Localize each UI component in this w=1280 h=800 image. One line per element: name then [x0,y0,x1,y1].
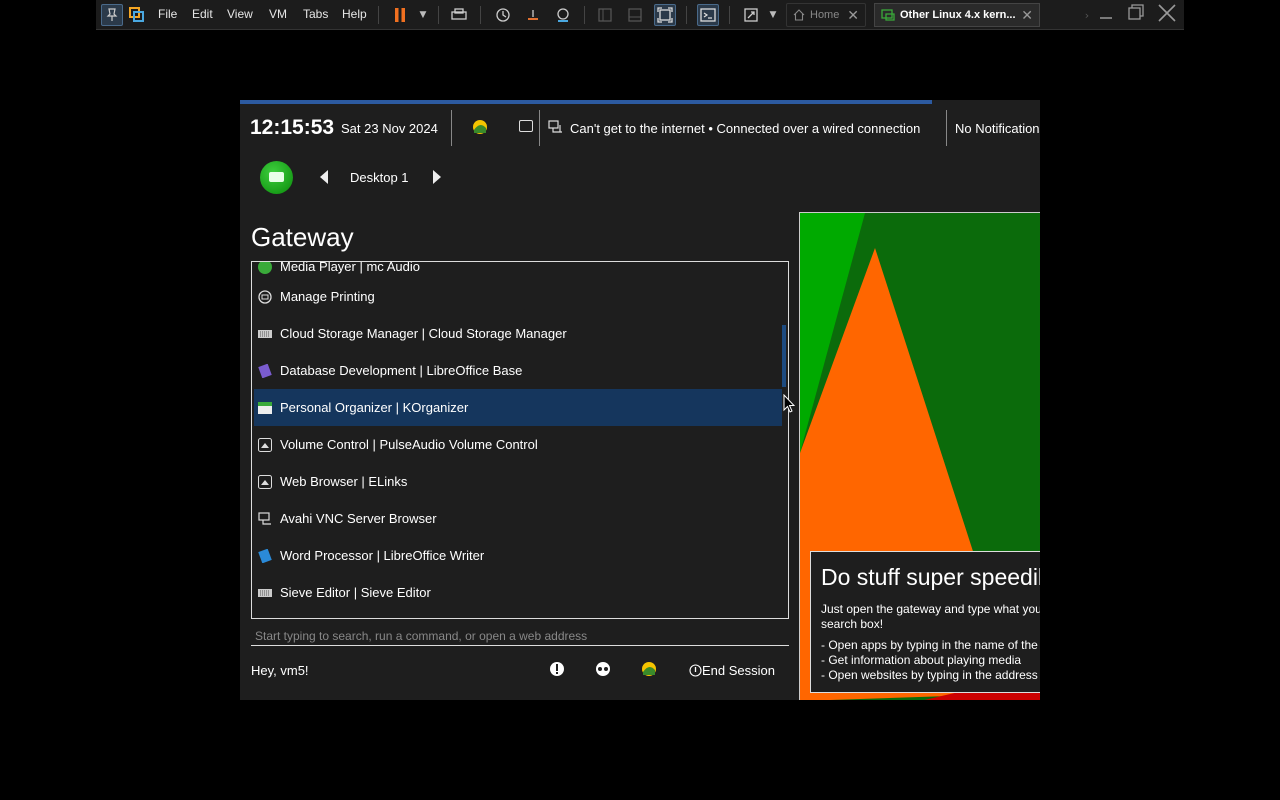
tab-vm[interactable]: Other Linux 4.x kern... ✕ [874,3,1040,27]
menu-view[interactable]: View [227,7,253,21]
next-desktop-icon[interactable] [433,170,441,184]
tab-home[interactable]: Home ✕ [786,3,866,27]
previous-desktop-icon[interactable] [320,170,328,184]
browser-icon [258,474,272,489]
media-player-icon [258,262,272,274]
date[interactable]: Sat 23 Nov 2024 [341,121,438,136]
gamepad-icon[interactable] [595,661,611,677]
calendar-icon [258,401,272,415]
tab-scroll-right-icon[interactable]: › [1076,4,1098,26]
list-item[interactable]: Word Processor | LibreOffice Writer [254,537,782,574]
promo-body: Just open the gateway and type what you … [821,602,1040,631]
app-list[interactable]: Media Player | mc Audio Manage Printing C… [251,261,789,619]
list-item[interactable]: Personal Organizer | KOrganizer [254,389,782,426]
end-session-button[interactable]: End Session [689,663,775,678]
chevron-down-icon[interactable]: ▼ [412,4,434,26]
fullscreen-icon[interactable] [654,4,676,26]
revert-snapshot-icon[interactable] [522,4,544,26]
close-icon[interactable]: ✕ [1021,7,1033,24]
tab-home-label: Home [810,9,840,21]
network-icon[interactable] [548,120,564,134]
list-item-label: Media Player | mc Audio [280,261,420,274]
promo-panel: Do stuff super speedily Just open the ga… [799,212,1040,700]
list-item[interactable]: Avahi VNC Server Browser [254,500,782,537]
close-window-icon[interactable] [1158,4,1176,26]
stretch-icon[interactable] [740,4,762,26]
info-icon[interactable] [549,661,565,677]
vm-toolbar: File Edit View VM Tabs Help ▼ ▼ Home ✕ O… [96,0,1184,30]
minimize-icon[interactable] [1098,4,1114,24]
network-status[interactable]: Can't get to the internet • Connected ov… [570,121,920,136]
list-item[interactable]: Web Browser | ELinks [254,463,782,500]
list-item[interactable]: Cloud Storage Manager | Cloud Storage Ma… [254,315,782,352]
menu-tabs[interactable]: Tabs [303,7,328,21]
tab-vm-label: Other Linux 4.x kern... [900,9,1016,21]
pause-icon[interactable] [389,4,411,26]
chevron-down-icon[interactable]: ▼ [762,4,784,26]
promo-bullet: - Open apps by typing in the name of the… [821,638,1040,652]
home-icon [793,9,805,21]
vnc-icon [258,511,272,526]
list-item-label: Manage Printing [280,289,375,304]
gateway-title: Gateway [251,222,354,252]
desktop-label: Desktop 1 [350,170,409,185]
screen-icon[interactable] [519,120,533,132]
end-session-label: End Session [702,663,775,678]
list-item-label: Sieve Editor | Sieve Editor [280,585,431,600]
list-item[interactable]: Volume Control | PulseAudio Volume Contr… [254,426,782,463]
send-keys-icon[interactable] [448,4,470,26]
printer-icon [258,289,272,304]
snapshot-icon[interactable] [492,4,514,26]
list-item[interactable]: Database Development | LibreOffice Base [254,352,782,389]
storage-icon [258,327,272,341]
distro-logo-icon[interactable] [260,161,293,194]
vmware-logo-icon[interactable] [126,4,148,26]
snapshot-manager-icon[interactable] [552,4,574,26]
search-input[interactable]: Start typing to search, run a command, o… [251,626,789,646]
restore-icon[interactable] [1128,4,1144,24]
list-item-label: Volume Control | PulseAudio Volume Contr… [280,437,538,452]
promo-bullet: - Get information about playing media [821,653,1022,667]
list-item-label: Web Browser | ELinks [280,474,408,489]
list-item-label: Cloud Storage Manager | Cloud Storage Ma… [280,326,567,341]
list-item[interactable]: Sieve Editor | Sieve Editor [254,574,782,611]
view-thumbnail-icon[interactable] [624,4,646,26]
scrollbar[interactable] [782,325,786,387]
topbar: 12:15:53 Sat 23 Nov 2024 Can't get to th… [240,104,1040,152]
vm-icon [881,9,895,21]
menu-vm[interactable]: VM [269,7,287,21]
desktop-switcher: Desktop 1 [240,158,1040,198]
promo-title: Do stuff super speedily [821,564,1040,590]
greeting: Hey, vm5! [251,663,309,678]
list-item-label: Avahi VNC Server Browser [280,511,437,526]
editor-icon [258,586,272,600]
list-item-label: Word Processor | LibreOffice Writer [280,548,485,563]
console-icon[interactable] [697,4,719,26]
bottom-bar: Hey, vm5! End Session [240,658,800,684]
promo-bullet: - Open websites by typing in the address [821,668,1038,682]
list-item[interactable]: Manage Printing [254,278,782,315]
power-icon [689,664,702,677]
status-orb-icon[interactable] [472,119,488,135]
volume-icon [258,437,272,452]
menu-help[interactable]: Help [342,7,367,21]
menu-edit[interactable]: Edit [192,7,213,21]
close-icon[interactable]: ✕ [847,7,859,24]
clock[interactable]: 12:15:53 [250,116,334,140]
view-sidebar-icon[interactable] [594,4,616,26]
libreoffice-base-icon [258,363,272,378]
list-item-label: Personal Organizer | KOrganizer [280,400,469,415]
mouse-cursor-icon [783,394,795,413]
guest-screen[interactable]: 12:15:53 Sat 23 Nov 2024 Can't get to th… [240,100,1040,700]
promo-card: Do stuff super speedily Just open the ga… [810,551,1040,693]
pin-icon[interactable] [101,4,123,26]
libreoffice-writer-icon [258,548,272,563]
menu-file[interactable]: File [158,7,177,21]
notifications-status[interactable]: No Notifications [955,121,1040,136]
list-item-label: Database Development | LibreOffice Base [280,363,523,378]
status-orb-icon[interactable] [641,661,657,677]
